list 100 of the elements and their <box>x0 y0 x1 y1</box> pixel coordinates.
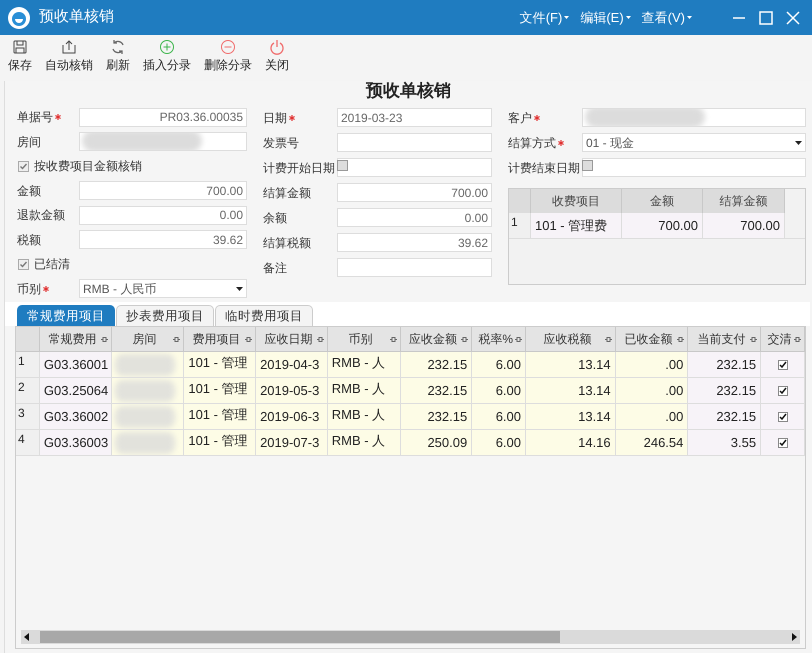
maximize-icon[interactable] <box>758 10 774 26</box>
input-field[interactable]: 39.62 <box>79 230 247 250</box>
field-label: 计费结束日期 <box>508 160 581 176</box>
table-cell: 101 - 管理 <box>184 404 256 429</box>
checkbox[interactable] <box>778 386 788 396</box>
toolbar-button[interactable]: 插入分录 <box>141 39 193 72</box>
pin-icon[interactable] <box>515 336 522 342</box>
checkbox[interactable] <box>778 360 788 370</box>
row-number: 4 <box>16 430 40 455</box>
menu-item[interactable]: 文件(F) <box>520 8 570 28</box>
column-header[interactable]: 应收税额 <box>526 327 616 351</box>
checkbox[interactable] <box>18 258 29 270</box>
column-header[interactable]: 税率% <box>472 327 526 351</box>
table-cell: 6.00 <box>472 352 526 377</box>
column-header[interactable]: 应收日期 <box>256 327 328 351</box>
table-cell: RMB - 人 <box>328 378 400 403</box>
date-field[interactable] <box>582 158 806 177</box>
table-cell: RMB - 人 <box>328 404 400 429</box>
checkbox[interactable] <box>18 160 29 172</box>
app-logo-icon <box>7 6 31 30</box>
scrollbar-thumb[interactable] <box>40 631 560 643</box>
field-label: 结算金额 <box>263 184 311 202</box>
date-field[interactable] <box>337 158 492 177</box>
input-field[interactable]: PR03.36.00035 <box>79 108 247 127</box>
table-cell: 6.00 <box>472 404 526 429</box>
checkbox[interactable] <box>337 160 348 171</box>
column-header[interactable]: 应收金额 <box>400 327 472 351</box>
column-header[interactable]: 交清 <box>761 327 806 351</box>
column-header[interactable]: 费用项目 <box>184 327 256 351</box>
column-header: 金额 <box>622 189 703 213</box>
row-number: 2 <box>16 378 40 403</box>
column-header[interactable]: 币别 <box>328 327 401 351</box>
toolbar-button[interactable]: 自动核销 <box>43 39 95 72</box>
upload-icon <box>61 39 77 55</box>
dropdown[interactable]: RMB - 人民币 <box>79 279 247 298</box>
toolbar-button[interactable]: 关闭 <box>263 39 291 72</box>
tab[interactable]: 抄表费用项目 <box>116 305 214 326</box>
field-label: 余额 <box>263 210 287 226</box>
checkbox[interactable] <box>778 412 788 422</box>
close-icon[interactable] <box>785 10 801 26</box>
horizontal-scrollbar[interactable] <box>21 630 800 644</box>
table-cell: 13.14 <box>526 352 616 377</box>
pin-icon[interactable] <box>100 336 108 342</box>
table-cell: RMB - 人 <box>328 352 400 377</box>
toolbar-button[interactable]: 刷新 <box>104 39 132 72</box>
required-asterisk-icon <box>534 114 540 120</box>
input-field[interactable] <box>582 108 806 127</box>
menu-item[interactable]: 查看(V) <box>642 8 692 28</box>
column-header[interactable]: 已收金额 <box>616 327 688 351</box>
table-cell: 101 - 管理 <box>184 430 256 455</box>
input-field[interactable]: 0.00 <box>79 206 247 225</box>
input-field[interactable]: 0.00 <box>337 208 492 227</box>
input-field[interactable] <box>337 258 492 277</box>
input-field[interactable]: 2019-03-23 <box>337 108 492 127</box>
table-cell: 232.15 <box>400 404 472 429</box>
menu-item[interactable]: 编辑(E) <box>580 8 631 28</box>
table-cell: 101 - 管理 <box>184 352 256 377</box>
input-field[interactable]: 700.00 <box>337 183 492 202</box>
table-cell: 2019-04-3 <box>256 352 328 377</box>
pin-icon[interactable] <box>794 336 802 342</box>
table-cell: 14.16 <box>526 430 616 455</box>
field-label: 房间 <box>17 134 41 151</box>
required-asterisk-icon <box>55 114 61 120</box>
column-header[interactable]: 常规费用 <box>40 327 112 351</box>
column-header[interactable]: 房间 <box>112 327 184 351</box>
table-cell: .00 <box>616 404 688 429</box>
pin-icon[interactable] <box>750 336 758 342</box>
table-cell: .00 <box>616 352 688 377</box>
pin-icon[interactable] <box>245 336 252 342</box>
table-cell: 2019-06-3 <box>256 404 328 429</box>
input-field[interactable] <box>79 132 247 152</box>
table-cell: 232.15 <box>400 352 472 377</box>
toolbar-button[interactable]: 删除分录 <box>202 39 254 72</box>
input-field[interactable] <box>337 133 492 152</box>
field-label: 日期 <box>263 108 295 126</box>
pin-icon[interactable] <box>461 336 468 342</box>
table-cell: 13.14 <box>526 378 616 403</box>
row-number: 3 <box>16 404 40 429</box>
table-cell: .00 <box>616 378 688 403</box>
field-label: 退款金额 <box>17 207 65 224</box>
input-field[interactable]: 39.62 <box>337 233 492 252</box>
pin-icon[interactable] <box>390 336 397 342</box>
tab[interactable]: 临时费用项目 <box>215 305 313 326</box>
dropdown[interactable]: 01 - 现金 <box>582 133 806 152</box>
checkbox[interactable] <box>582 160 593 171</box>
input-field[interactable]: 700.00 <box>79 181 247 200</box>
tab[interactable]: 常规费用项目 <box>17 305 115 326</box>
pin-icon[interactable] <box>604 336 612 342</box>
column-header[interactable]: 当前支付 <box>688 327 762 351</box>
toolbar-button[interactable]: 保存 <box>6 39 34 72</box>
caret-icon <box>795 140 802 144</box>
checkbox-label: 按收费项目金额核销 <box>34 158 142 176</box>
pin-icon[interactable] <box>173 336 180 342</box>
table-cell: 101 - 管理 <box>184 378 256 403</box>
table-cell: 700.00 <box>703 213 785 238</box>
pin-icon[interactable] <box>316 336 324 342</box>
pin-icon[interactable] <box>677 336 684 342</box>
table-cell: 2019-05-3 <box>256 378 328 403</box>
table-cell: 250.09 <box>400 430 472 455</box>
checkbox[interactable] <box>778 438 788 448</box>
